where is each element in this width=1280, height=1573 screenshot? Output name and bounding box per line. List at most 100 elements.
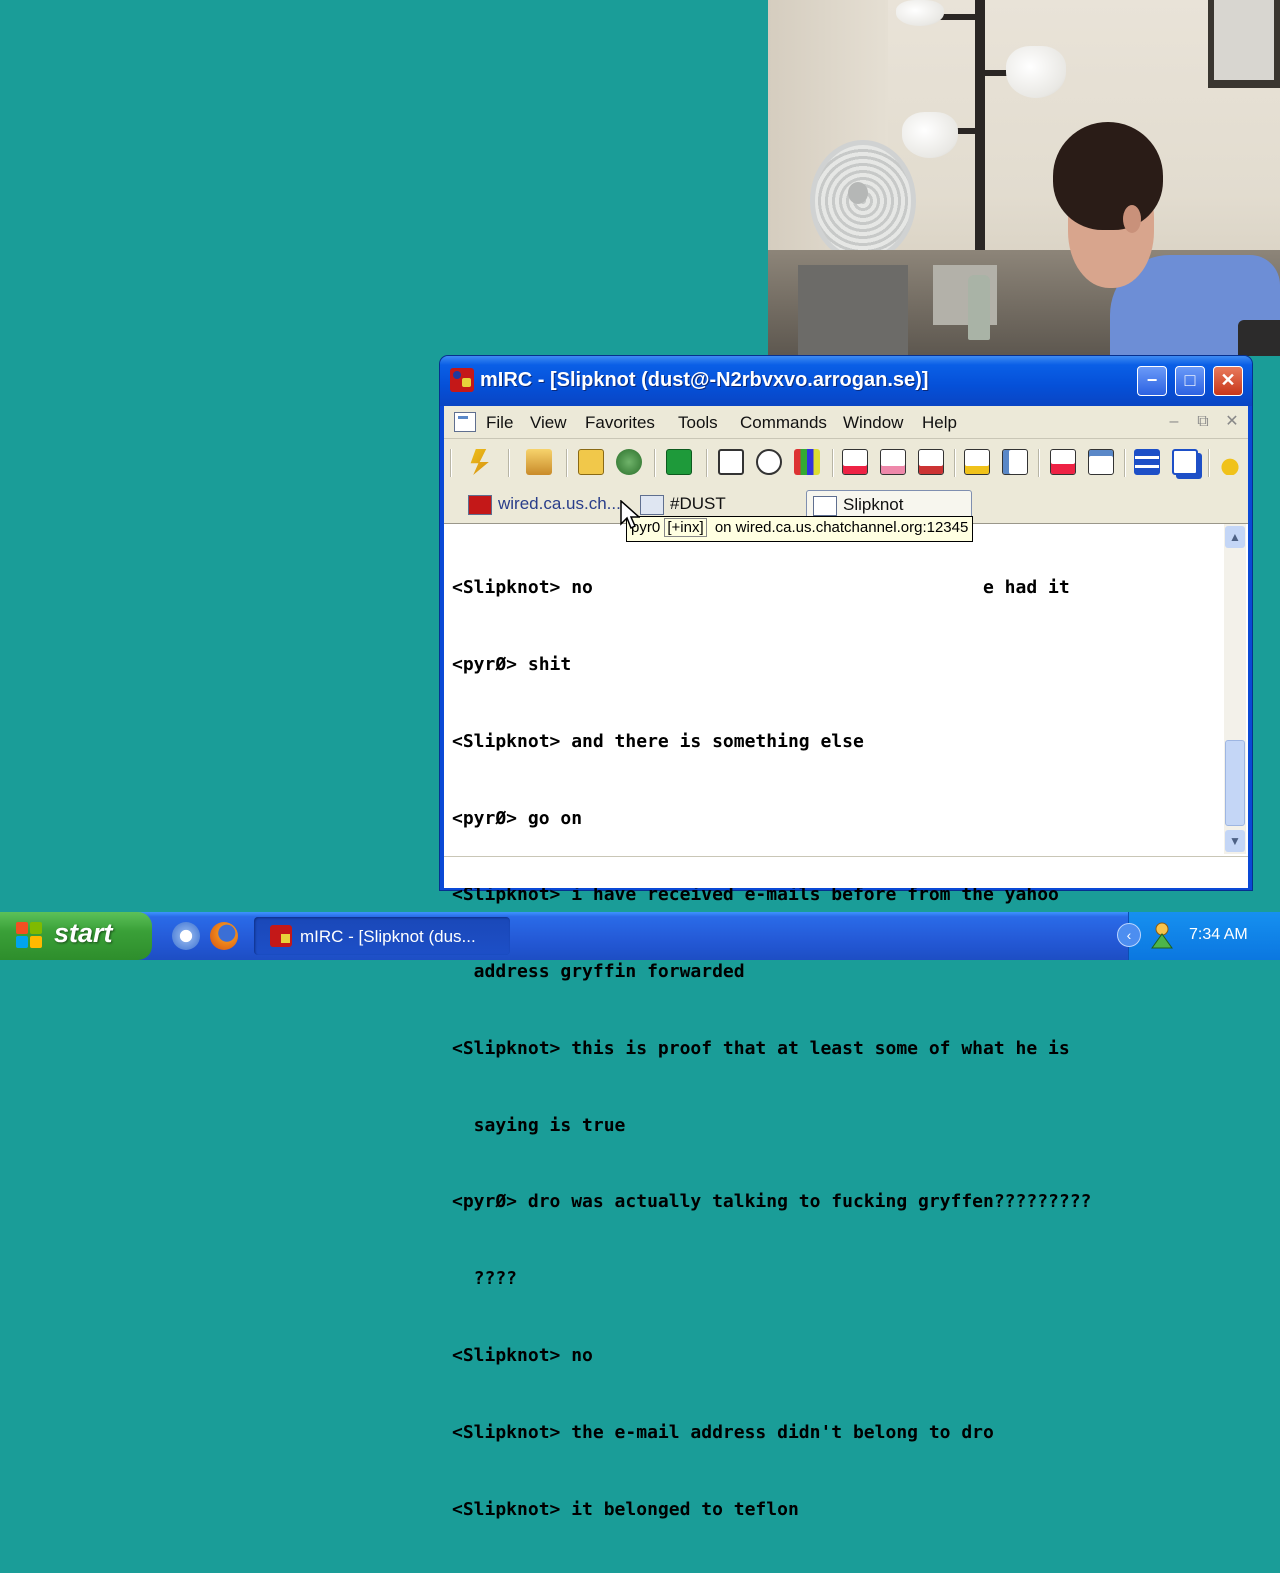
start-label: start (54, 918, 113, 948)
notify-icon[interactable] (1050, 449, 1076, 475)
scroll-up-button[interactable]: ▲ (1225, 526, 1245, 548)
menu-view[interactable]: View (530, 413, 567, 433)
address-book-icon[interactable] (616, 449, 642, 475)
server-window-icon (468, 495, 492, 515)
chat-line: <Slipknot> the e-mail address didn't bel… (452, 1421, 994, 1443)
photo-person-ear (1123, 205, 1141, 233)
window-title: mIRC - [Slipknot (dust@-N2rbvxvo.arrogan… (480, 369, 929, 391)
channel-window-icon (640, 495, 664, 515)
mdi-child-icon[interactable] (454, 412, 476, 432)
mouse-cursor-icon (620, 500, 640, 530)
chat-line: <pyrØ> go on (452, 807, 583, 829)
message-input[interactable] (444, 856, 1248, 888)
toolbar-separator (1124, 449, 1126, 477)
tooltip-modes: [+inx] (664, 518, 707, 537)
photo-lamp-shade (1006, 46, 1066, 98)
messenger-icon[interactable] (1149, 922, 1175, 950)
chat-area[interactable]: <Slipknot> no e had it <pyrØ> shit <Slip… (444, 523, 1248, 1520)
about-icon[interactable] (1220, 449, 1240, 475)
dcc-chat-icon[interactable] (880, 449, 906, 475)
toolbar-separator (706, 449, 708, 477)
photo-monitor (798, 265, 908, 356)
options-icon[interactable] (526, 449, 552, 475)
menu-tools[interactable]: Tools (678, 413, 718, 433)
chat-line: <Slipknot> no (452, 1345, 593, 1366)
colors-icon[interactable] (794, 449, 820, 475)
photo-lamp-arm (938, 14, 978, 20)
toolbar (444, 439, 1248, 485)
photo-person-hair (1053, 122, 1163, 230)
photo-bottle (968, 275, 990, 340)
mirc-app-icon (270, 925, 292, 947)
windows-logo-icon (16, 922, 44, 950)
menu-help[interactable]: Help (922, 413, 957, 433)
toolbar-separator (566, 449, 568, 477)
photo-picture (1214, 0, 1274, 80)
chat-line: ???? (452, 1268, 518, 1290)
show-desktop-icon[interactable] (172, 922, 200, 950)
chat-log: <Slipknot> no e had it <pyrØ> shit <Slip… (452, 524, 1212, 1573)
toolbar-separator (832, 449, 834, 477)
toolbar-separator (654, 449, 656, 477)
taskbar-item-mirc[interactable]: mIRC - [Slipknot (dus... (254, 917, 510, 955)
photo-fan-hub (848, 182, 868, 204)
received-files-icon[interactable] (964, 449, 990, 475)
mirc-window: mIRC - [Slipknot (dust@-N2rbvxvo.arrogan… (440, 356, 1252, 1520)
url-list-icon[interactable] (1088, 449, 1114, 475)
scrollbar-thumb[interactable] (1225, 740, 1245, 826)
timer-icon[interactable] (756, 449, 782, 475)
webcam-photo (768, 0, 1280, 356)
channels-folder-icon[interactable] (578, 449, 604, 475)
toolbar-separator (450, 449, 452, 477)
start-button[interactable]: start (0, 912, 152, 960)
scripts-editor-icon[interactable] (666, 449, 692, 475)
toolbar-separator (1038, 449, 1040, 477)
taskbar-item-label: mIRC - [Slipknot (dus... (300, 927, 476, 946)
minimize-button[interactable]: − (1137, 366, 1167, 396)
logs-icon[interactable] (1002, 449, 1028, 475)
cascade-icon[interactable] (1172, 449, 1198, 475)
tab-server[interactable]: wired.ca.us.ch... (462, 490, 628, 520)
chat-line: saying is true (452, 1114, 626, 1136)
mdi-close-button[interactable]: ✕ (1222, 412, 1242, 432)
mirc-app-icon[interactable] (450, 368, 474, 392)
chat-line: <Slipknot> this is proof that at least s… (452, 1037, 1070, 1059)
chat-line: <Slipknot> it belonged to teflon (452, 1498, 799, 1520)
photo-lamp-shade (902, 112, 958, 158)
maximize-button[interactable]: □ (1175, 366, 1205, 396)
nick-tooltip: pyr0 [+inx] on wired.ca.us.chatchannel.o… (626, 516, 974, 542)
toolbar-separator (954, 449, 956, 477)
menu-favorites[interactable]: Favorites (585, 413, 655, 433)
mdi-restore-button[interactable]: ⧉ (1193, 412, 1213, 432)
chat-line: <pyrØ> dro was actually talking to fucki… (452, 1191, 1092, 1213)
toolbar-separator (1208, 449, 1210, 477)
chat-line: <Slipknot> no e had it (452, 577, 1070, 599)
scroll-down-button[interactable]: ▼ (1225, 830, 1245, 852)
taskbar: start mIRC - [Slipknot (dus... ‹ 7:34 AM (0, 912, 1280, 960)
chat-line: <pyrØ> shit (452, 653, 572, 675)
clock: 7:34 AM (1189, 926, 1248, 943)
tile-icon[interactable] (1134, 449, 1160, 475)
connect-icon[interactable] (470, 449, 489, 475)
remote-icon[interactable] (718, 449, 744, 475)
photo-lamp-shade (896, 0, 944, 26)
close-button[interactable]: ✕ (1213, 366, 1243, 396)
query-window-icon (813, 496, 837, 516)
dcc-send-icon[interactable] (842, 449, 868, 475)
tooltip-server: on wired.ca.us.chatchannel.org:12345 (714, 519, 969, 536)
menu-commands[interactable]: Commands (740, 413, 827, 433)
toolbar-separator (508, 449, 510, 477)
title-bar[interactable]: mIRC - [Slipknot (dust@-N2rbvxvo.arrogan… (440, 356, 1252, 406)
tab-query-slipknot-label: Slipknot (843, 495, 904, 514)
window-client-area: File View Favorites Tools Commands Windo… (444, 406, 1248, 1520)
tray-expand-button[interactable]: ‹ (1117, 923, 1141, 947)
chat-scrollbar[interactable]: ▲ ▼ (1224, 524, 1246, 854)
menu-window[interactable]: Window (843, 413, 903, 433)
chat-line: <Slipknot> and there is something else (452, 730, 864, 752)
firefox-icon[interactable] (210, 922, 238, 950)
dcc-options-icon[interactable] (918, 449, 944, 475)
photo-chair (1238, 320, 1280, 356)
mdi-minimize-button[interactable]: – (1164, 412, 1184, 432)
menu-file[interactable]: File (486, 413, 513, 433)
chat-line: address gryffin forwarded (452, 961, 745, 983)
